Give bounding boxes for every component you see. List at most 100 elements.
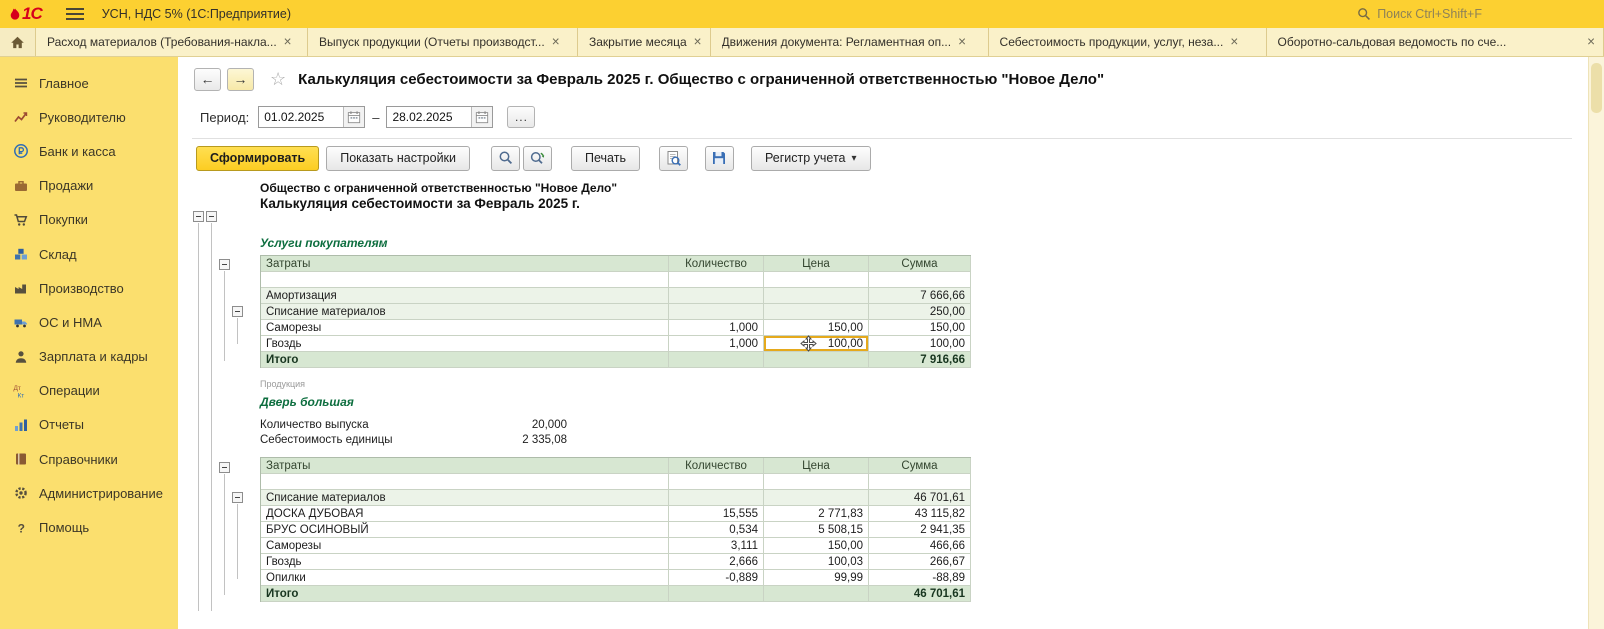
tab-osv[interactable]: Оборотно-сальдовая ведомость по сче... ×	[1267, 28, 1604, 56]
tab-close-icon[interactable]: ×	[958, 35, 966, 49]
total-quantity-cell[interactable]	[669, 586, 764, 602]
sidebar-item-otchety[interactable]: Отчеты	[0, 408, 178, 442]
sidebar-item-pokupki[interactable]: Покупки	[0, 203, 178, 237]
cell-expense-name[interactable]: БРУС ОСИНОВЫЙ	[261, 522, 669, 538]
sidebar-item-rukovoditelyu[interactable]: Руководителю	[0, 100, 178, 134]
sidebar-item-sklad[interactable]: Склад	[0, 237, 178, 271]
sidebar-item-bank-i-kassa[interactable]: Банк и касса	[0, 134, 178, 168]
total-amount-cell[interactable]: 46 701,61	[869, 586, 971, 602]
cell-price[interactable]: 99,99	[764, 570, 869, 586]
collapse-group-button[interactable]	[219, 259, 230, 270]
register-dropdown-button[interactable]: Регистр учета ▾	[751, 146, 871, 171]
print-button[interactable]: Печать	[571, 146, 640, 171]
cell-amount[interactable]: 250,00	[869, 304, 971, 320]
collapse-group-button[interactable]	[206, 211, 217, 222]
tab-close-icon[interactable]: ×	[694, 35, 702, 49]
calendar-button[interactable]	[471, 107, 492, 127]
cell-quantity[interactable]	[669, 490, 764, 506]
tab-dvizheniya-dokumenta[interactable]: Движения документа: Регламентная оп... ×	[711, 28, 989, 56]
cell-price[interactable]: 100,03	[764, 554, 869, 570]
tab-close-icon[interactable]: ×	[1230, 35, 1238, 49]
cell-amount[interactable]: 466,66	[869, 538, 971, 554]
scrollbar-thumb[interactable]	[1591, 63, 1602, 113]
cell-quantity[interactable]: -0,889	[669, 570, 764, 586]
tab-close-icon[interactable]: ×	[552, 35, 560, 49]
period-from-input[interactable]	[259, 107, 343, 127]
back-button[interactable]: ←	[194, 68, 221, 91]
forward-button[interactable]: →	[227, 68, 254, 91]
sidebar-item-prodazhi[interactable]: Продажи	[0, 169, 178, 203]
cell-price[interactable]	[764, 490, 869, 506]
cell-quantity[interactable]: 3,111	[669, 538, 764, 554]
cell-quantity[interactable]: 2,666	[669, 554, 764, 570]
cell-price[interactable]	[764, 288, 869, 304]
sidebar-item-zarplata-i-kadry[interactable]: Зарплата и кадры	[0, 340, 178, 374]
preview-button[interactable]	[659, 146, 688, 171]
collapse-group-button[interactable]	[219, 462, 230, 473]
cell-expense-name[interactable]: Гвоздь	[261, 554, 669, 570]
cell-amount[interactable]: 100,00	[869, 336, 971, 352]
sidebar-item-pomosch[interactable]: ? Помощь	[0, 510, 178, 544]
cell-amount[interactable]: 266,67	[869, 554, 971, 570]
show-settings-button[interactable]: Показать настройки	[326, 146, 470, 171]
tab-sebestoimost[interactable]: Себестоимость продукции, услуг, неза... …	[989, 28, 1267, 56]
total-label-cell[interactable]: Итого	[261, 352, 669, 368]
find-button[interactable]	[491, 146, 520, 171]
total-quantity-cell[interactable]	[669, 352, 764, 368]
period-more-button[interactable]: ...	[507, 106, 535, 128]
favorite-star-icon[interactable]: ☆	[270, 70, 286, 88]
cell-expense-name[interactable]: Амортизация	[261, 288, 669, 304]
collapse-group-button[interactable]	[193, 211, 204, 222]
cell-expense-name[interactable]: Саморезы	[261, 320, 669, 336]
cell-amount[interactable]: 2 941,35	[869, 522, 971, 538]
sidebar-item-os-i-nma[interactable]: ОС и НМА	[0, 305, 178, 339]
collapse-group-button[interactable]	[232, 492, 243, 503]
cell-expense-name[interactable]: Списание материалов	[261, 304, 669, 320]
sidebar-item-glavnoe[interactable]: Главное	[0, 66, 178, 100]
tab-close-icon[interactable]: ×	[284, 35, 292, 49]
cell-quantity[interactable]	[669, 288, 764, 304]
total-price-cell[interactable]	[764, 586, 869, 602]
cell-expense-name[interactable]: Списание материалов	[261, 490, 669, 506]
sidebar-item-proizvodstvo[interactable]: Производство	[0, 271, 178, 305]
tab-vypusk-produkcii[interactable]: Выпуск продукции (Отчеты производст... ×	[308, 28, 578, 56]
tab-close-icon[interactable]: ×	[1587, 35, 1595, 49]
cell-expense-name[interactable]: Опилки	[261, 570, 669, 586]
find-refresh-button[interactable]	[523, 146, 552, 171]
main-menu-icon[interactable]	[66, 8, 84, 21]
sidebar-item-spravochniki[interactable]: Справочники	[0, 442, 178, 476]
sidebar-item-operacii[interactable]: ДтКт Операции	[0, 374, 178, 408]
cell-price[interactable]: 150,00	[764, 320, 869, 336]
cell-expense-name[interactable]: Саморезы	[261, 538, 669, 554]
cell-price[interactable]: 150,00	[764, 538, 869, 554]
tab-raskhod-materialov[interactable]: Расход материалов (Требования-накла... ×	[36, 28, 308, 56]
vertical-scrollbar[interactable]	[1588, 57, 1604, 629]
save-button[interactable]	[705, 146, 734, 171]
home-tab-button[interactable]	[0, 28, 36, 56]
sidebar-item-administrirovanie[interactable]: Администрирование	[0, 476, 178, 510]
cell-quantity[interactable]: 1,000	[669, 320, 764, 336]
period-to-input[interactable]	[387, 107, 471, 127]
cell-amount[interactable]: 43 115,82	[869, 506, 971, 522]
cell-amount[interactable]: -88,89	[869, 570, 971, 586]
cell-price[interactable]	[764, 304, 869, 320]
total-label-cell[interactable]: Итого	[261, 586, 669, 602]
cell-expense-name[interactable]: ДОСКА ДУБОВАЯ	[261, 506, 669, 522]
collapse-group-button[interactable]	[232, 306, 243, 317]
cell-quantity[interactable]: 0,534	[669, 522, 764, 538]
cell-price[interactable]: 2 771,83	[764, 506, 869, 522]
cell-expense-name[interactable]: Гвоздь	[261, 336, 669, 352]
cell-quantity[interactable]: 1,000	[669, 336, 764, 352]
total-price-cell[interactable]	[764, 352, 869, 368]
total-amount-cell[interactable]: 7 916,66	[869, 352, 971, 368]
cell-price[interactable]: 5 508,15	[764, 522, 869, 538]
cell-quantity[interactable]	[669, 304, 764, 320]
global-search[interactable]: Поиск Ctrl+Shift+F	[1357, 7, 1482, 21]
cell-amount[interactable]: 7 666,66	[869, 288, 971, 304]
cell-amount[interactable]: 150,00	[869, 320, 971, 336]
tab-zakrytie-mesyaca[interactable]: Закрытие месяца ×	[578, 28, 711, 56]
generate-button[interactable]: Сформировать	[196, 146, 319, 171]
calendar-button[interactable]	[343, 107, 364, 127]
cell-quantity[interactable]: 15,555	[669, 506, 764, 522]
cell-amount[interactable]: 46 701,61	[869, 490, 971, 506]
